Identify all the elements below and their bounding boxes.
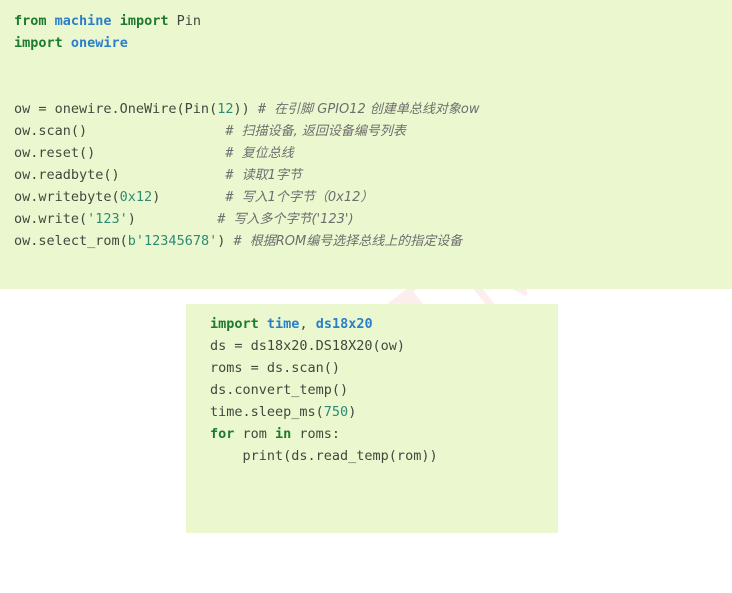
code-line: ow.reset() # 复位总线 (14, 142, 732, 164)
code-block-onewire-example: from machine import Pin import onewire ow… (0, 0, 732, 289)
code-line: ow.write('123') # 写入多个字节('123') (14, 208, 732, 230)
code-token-plain: ) (348, 404, 357, 420)
code-token-plain: ow.reset() (14, 145, 226, 161)
code-token-hash: # (225, 167, 242, 183)
code-token-cmt: 根据ROM编号选择总线上的指定设备 (249, 234, 463, 249)
code-token-hash: # (257, 101, 275, 117)
code-token-hash: # (225, 145, 242, 161)
code-token-hash: # (225, 123, 242, 139)
code-token-mod: machine (54, 13, 112, 29)
code-token-plain: ow.writebyte( (14, 189, 120, 205)
code-token-kw: import (119, 13, 169, 29)
code-token-cmt: 写入1个字节（0x12） (241, 190, 374, 205)
code-token-hash: # (233, 233, 250, 249)
code-token-plain: ) (152, 189, 226, 205)
code-token-plain: ds.convert_temp() (210, 382, 349, 398)
code-line: ow = onewire.OneWire(Pin(12)) # 在引脚 GPIO… (14, 98, 732, 120)
code-token-kw: from (14, 13, 47, 29)
code-line: roms = ds.scan() (210, 357, 558, 379)
code-token-num: 0x12 (119, 189, 153, 205)
code-token-plain: print(ds.read_temp(rom)) (210, 448, 438, 464)
code-token-cmt: 写入多个字节('123') (233, 212, 354, 227)
code-line: ow.select_rom(b'12345678') # 根据ROM编号选择总线… (14, 230, 732, 252)
code-token-str: b'12345678' (127, 233, 218, 249)
code-token-kw: for (210, 426, 235, 442)
code-token-plain: rom (234, 426, 276, 442)
code-token-mod: time (266, 316, 300, 332)
code-token-cmt: 读取1字节 (241, 168, 302, 183)
code-token-plain: ) (217, 233, 234, 249)
code-token-plain: )) (233, 101, 258, 117)
code-token-plain: ow.readbyte() (14, 167, 226, 183)
code-block-ds18x20-example: import time, ds18x20 ds = ds18x20.DS18X20… (186, 304, 558, 533)
code-line: print(ds.read_temp(rom)) (210, 445, 558, 467)
code-token-mod: onewire (70, 35, 128, 51)
code-token-plain: ds = ds18x20.DS18X20(ow) (210, 338, 406, 354)
code-line: ow.readbyte() # 读取1字节 (14, 164, 732, 186)
code-token-num: 12 (217, 101, 234, 117)
code-token-str: '123' (87, 211, 128, 227)
code-token-hash: # (217, 211, 234, 227)
code-token-num: 750 (323, 404, 349, 420)
code-token-plain: ow = onewire.OneWire(Pin( (14, 101, 218, 117)
code-token-plain: ow.scan() (14, 123, 226, 139)
code-token-mod: ds18x20 (315, 316, 373, 332)
code-token-plain: ow.select_rom( (14, 233, 128, 249)
code-line: time.sleep_ms(750) (210, 401, 558, 423)
code-token-kw: import (14, 35, 63, 51)
code-token-plain: roms: (291, 426, 341, 442)
code-token-cmt: 扫描设备, 返回设备编号列表 (241, 124, 406, 139)
code-line: from machine import Pin (14, 10, 732, 32)
code-token-cmt: 在引脚 GPIO12 创建单总线对象ow (274, 102, 480, 117)
code-token-plain: , (299, 316, 316, 332)
code-token-cmt: 复位总线 (241, 146, 294, 161)
code-line: ow.writebyte(0x12) # 写入1个字节（0x12） (14, 186, 732, 208)
code-token-plain: ow.write( (14, 211, 88, 227)
code-line: for rom in roms: (210, 423, 558, 445)
code-token-kw: import (210, 316, 259, 332)
code-token-hash: # (225, 189, 242, 205)
code-line: ds = ds18x20.DS18X20(ow) (210, 335, 558, 357)
code-token-plain: Pin (168, 13, 201, 29)
code-line: ds.convert_temp() (210, 379, 558, 401)
code-token-kw: in (275, 426, 292, 442)
code-token-plain: roms = ds.scan() (210, 360, 341, 376)
code-token-plain: time.sleep_ms( (210, 404, 324, 420)
code-token-plain: ) (127, 211, 218, 227)
code-line: import time, ds18x20 (210, 313, 558, 335)
code-line: ow.scan() # 扫描设备, 返回设备编号列表 (14, 120, 732, 142)
code-line: import onewire (14, 32, 732, 54)
